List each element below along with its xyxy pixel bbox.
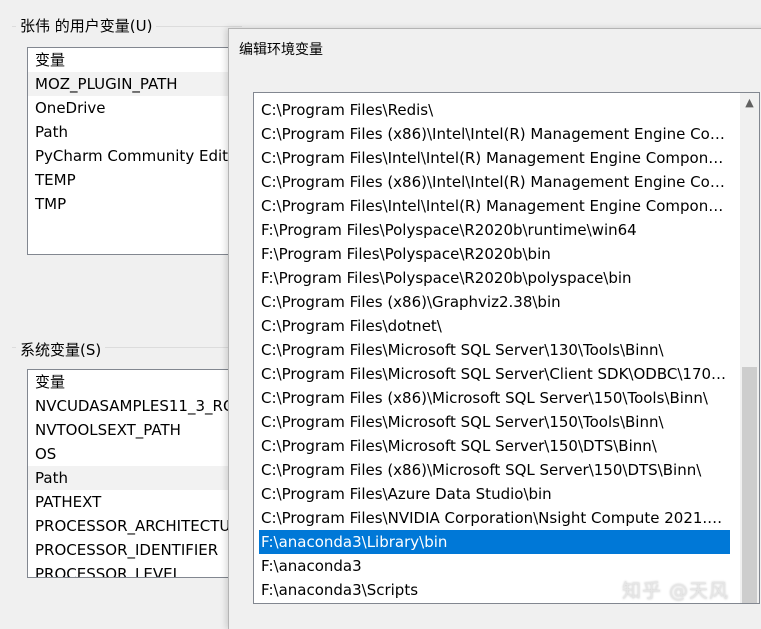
path-entry-row[interactable]: C:\Program Files\Azure Data Studio\bin [259, 482, 730, 506]
system-var-row[interactable]: PROCESSOR_LEVEL [28, 562, 243, 577]
system-var-row[interactable]: NVCUDASAMPLES11_3_RO [28, 394, 243, 418]
path-entry-row[interactable]: C:\Program Files (x86)\Microsoft SQL Ser… [259, 458, 730, 482]
path-entry-row[interactable]: C:\Program Files\Microsoft SQL Server\13… [259, 338, 730, 362]
path-entry-row[interactable]: C:\Program Files\Microsoft SQL Server\15… [259, 410, 730, 434]
edit-env-var-dialog: 编辑环境变量 ▲ C:\Program Files\Redis\ C:\Progr… [228, 28, 761, 629]
path-entry-row[interactable]: F:\Program Files\Polyspace\R2020b\runtim… [259, 218, 730, 242]
path-entry-row[interactable]: C:\Program Files\dotnet\ [259, 314, 730, 338]
user-var-row[interactable]: MOZ_PLUGIN_PATH [28, 72, 243, 96]
system-vars-group-label: 系统变量(S) [16, 339, 106, 360]
watermark: 知乎 @天风 [622, 580, 730, 602]
path-entry-row[interactable]: F:\anaconda3\Library\bin [259, 530, 730, 554]
path-list-scrollbar[interactable]: ▲ [740, 93, 759, 603]
user-vars-column-header[interactable]: 变量 [28, 48, 243, 72]
path-entry-row[interactable]: F:\Program Files\Polyspace\R2020b\bin [259, 242, 730, 266]
path-entry-row[interactable]: C:\Program Files\Microsoft SQL Server\15… [259, 434, 730, 458]
system-vars-column-header[interactable]: 变量 [28, 370, 243, 394]
path-entry-row[interactable]: C:\Program Files\NVIDIA Corporation\Nsig… [259, 506, 730, 530]
system-vars-list[interactable]: 变量 NVCUDASAMPLES11_3_RO NVTOOLSEXT_PATH OS… [27, 369, 244, 578]
path-entry-row[interactable]: C:\Program Files (x86)\Graphviz2.38\bin [259, 290, 730, 314]
path-entry-row[interactable]: C:\Program Files\Intel\Intel(R) Manageme… [259, 194, 730, 218]
path-entry-row[interactable]: F:\Program Files\Polyspace\R2020b\polysp… [259, 266, 730, 290]
system-var-row[interactable]: PROCESSOR_ARCHITECTUR [28, 514, 243, 538]
system-var-row[interactable]: PATHEXT [28, 490, 243, 514]
path-entry-row[interactable]: F:\anaconda3 [259, 554, 730, 578]
system-var-row[interactable]: OS [28, 442, 243, 466]
user-var-row[interactable]: TMP [28, 192, 243, 216]
system-var-row[interactable]: Path [28, 466, 243, 490]
scroll-up-arrow-icon[interactable]: ▲ [740, 93, 759, 112]
path-entry-row[interactable]: C:\Program Files (x86)\Microsoft SQL Ser… [259, 386, 730, 410]
user-var-row[interactable]: OneDrive [28, 96, 243, 120]
user-vars-group-label: 张伟 的用户变量(U) [16, 15, 157, 36]
user-var-row[interactable]: PyCharm Community Editio [28, 144, 243, 168]
system-var-row[interactable]: NVTOOLSEXT_PATH [28, 418, 243, 442]
path-entry-row[interactable]: C:\Program Files\Intel\Intel(R) Manageme… [259, 146, 730, 170]
dialog-title: 编辑环境变量 [239, 42, 323, 58]
user-vars-list[interactable]: 变量 MOZ_PLUGIN_PATH OneDrive Path PyCharm Co… [27, 47, 244, 255]
user-var-row[interactable]: TEMP [28, 168, 243, 192]
path-entry-row[interactable]: C:\Program Files\Microsoft SQL Server\Cl… [259, 362, 730, 386]
path-entries-list[interactable]: ▲ C:\Program Files\Redis\ C:\Program File… [253, 92, 760, 604]
system-var-row[interactable]: PROCESSOR_IDENTIFIER [28, 538, 243, 562]
path-entry-row[interactable]: C:\Program Files (x86)\Intel\Intel(R) Ma… [259, 122, 730, 146]
scrollbar-thumb[interactable] [742, 367, 757, 603]
path-entry-row[interactable]: C:\Program Files\Redis\ [259, 98, 730, 122]
path-entry-row[interactable]: C:\Program Files (x86)\Intel\Intel(R) Ma… [259, 170, 730, 194]
user-var-row[interactable]: Path [28, 120, 243, 144]
